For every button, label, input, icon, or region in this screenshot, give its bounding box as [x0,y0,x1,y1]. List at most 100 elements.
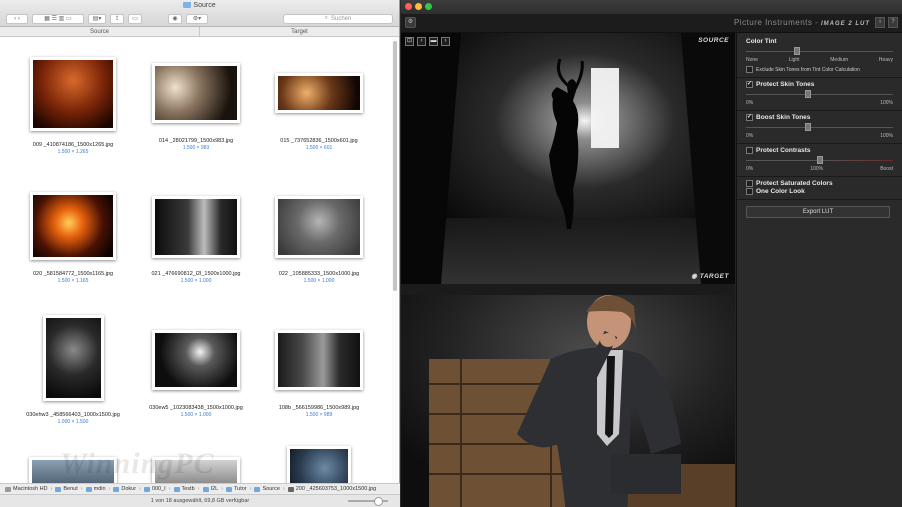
finder-titlebar: Source ‹ › ▦ ☰ ▥ ▭ ▤▾ ⇪ ▭ ◉ ⚙▾ ⌕ Suchen [0,0,399,27]
target-image-panel[interactable]: ⊡ ‹ ▬ › ⧉ [401,284,735,507]
path-item[interactable]: Macintosh HD [5,486,48,492]
folder-icon [113,486,120,492]
file-grid: 009 _410874186_1500x1265.jpg 1.500 × 1.2… [0,37,390,483]
thumbnail [30,57,116,131]
fit-icon[interactable]: ⊡ [405,37,414,46]
arrange-button[interactable]: ▤▾ [88,13,106,24]
folder-icon [183,2,192,8]
slider-knob[interactable] [804,123,811,131]
file-item[interactable]: 108b _566159986_1500x989.jpg 1.500 × 989 [259,330,379,418]
color-tint-section: Color Tint None Light Medium Heavy Exclu… [737,33,902,78]
finder-window: Source ‹ › ▦ ☰ ▥ ▭ ▤▾ ⇪ ▭ ◉ ⚙▾ ⌕ Suchen S… [0,0,400,507]
file-item[interactable]: 014 _28021799_1500x983.jpg 1.500 × 983 [136,63,256,151]
tag-icon[interactable]: ▭ [128,13,142,24]
protect-skin-checkbox[interactable]: ✓ [746,81,753,88]
file-item[interactable]: 030ew5 _1023083438_1500x1000.jpg 1.500 ×… [136,330,256,418]
file-item[interactable]: 020 _581584772_1500x1165.jpg 1.500 × 1.1… [13,192,133,284]
source-image-panel[interactable]: ⊡ ‹ ▬ › SOURCE [401,33,735,284]
protect-saturated-checkbox[interactable] [746,180,753,187]
boost-skin-checkbox[interactable]: ✓ [746,114,753,121]
path-item[interactable]: Testb [173,486,195,492]
exclude-skin-option[interactable]: Exclude Skin Tones from Tint Color Calcu… [746,66,893,73]
source-photo [401,33,735,284]
color-tint-title: Color Tint [746,38,777,45]
thumbnail [287,446,351,483]
watermark-text: WinningPC [60,447,215,480]
window-title: Source [0,2,399,9]
path-bar: Macintosh HD › Benut › mdin › Dokur › 000_I ›… [0,483,400,494]
settings-panel: Color Tint None Light Medium Heavy Exclu… [736,33,902,507]
protect-contrasts-checkbox[interactable] [746,147,753,154]
search-icon: ⌕ [324,15,328,21]
folder-icon [254,486,261,492]
color-tint-scale: None Light Medium Heavy [746,57,893,63]
lut-titlebar [401,0,902,14]
next-icon[interactable]: › [441,37,450,46]
scrollbar[interactable] [392,37,398,483]
tab-target[interactable]: Target [199,27,399,36]
file-item[interactable]: 015 _737652836_1500x601.jpg 1.500 × 601 [259,73,379,151]
info-button[interactable]: i [875,17,885,28]
search-input[interactable]: ⌕ Suchen [283,13,393,24]
path-item[interactable]: Dokur [113,486,136,492]
file-item[interactable]: 009 _410874186_1500x1265.jpg 1.500 × 1.2… [13,57,133,155]
file-item[interactable]: 030ehw3 _458566403_1000x1500.jpg 1.000 ×… [13,315,133,425]
minimize-button[interactable] [415,3,422,10]
view-mode-buttons[interactable]: ▦ ☰ ▥ ▭ [32,13,84,24]
one-color-look-checkbox[interactable] [746,188,753,195]
eye-icon[interactable]: ◉ [168,13,182,24]
folder-icon [143,486,150,492]
folder-icon [226,486,232,492]
settings-gear-icon[interactable]: ⚙ [405,17,416,28]
zoom-button[interactable] [425,3,432,10]
thumbnail [152,196,240,258]
help-button[interactable]: ? [888,17,898,28]
path-item[interactable]: Tutor [226,486,247,492]
export-lut-button[interactable]: Export LUT [746,206,890,218]
folder-icon [55,486,62,492]
path-item[interactable]: I2L [202,486,218,492]
finder-toolbar: ‹ › ▦ ☰ ▥ ▭ ▤▾ ⇪ ▭ ◉ ⚙▾ ⌕ Suchen [6,13,393,24]
folder-icon[interactable]: ▬ [429,37,438,46]
lut-window: ⚙ Picture Instruments - IMAGE 2 LUT i ? … [401,0,902,507]
path-item[interactable]: Benut [55,486,78,492]
boost-skin-slider[interactable] [746,122,893,132]
share-icon[interactable]: ⇪ [110,13,124,24]
back-forward-buttons[interactable]: ‹ › [6,13,28,24]
thumbnail [30,192,116,260]
color-tint-slider[interactable] [746,46,893,56]
pane-tabs: Source Target [0,27,399,37]
thumbnail [152,63,240,123]
file-icon [287,486,294,492]
path-item[interactable]: mdin [85,486,106,492]
close-button[interactable] [405,3,412,10]
path-item[interactable]: Source [254,486,280,492]
source-toolbar: ⊡ ‹ ▬ › [405,37,450,46]
path-item[interactable]: 200 _425603753_1000x1500.jpg [287,486,376,492]
action-gear-icon[interactable]: ⚙▾ [186,13,208,24]
boost-skin-section: ✓ Boost Skin Tones 0% 100% [737,111,902,144]
source-label: SOURCE [698,37,729,44]
tab-source[interactable]: Source [0,27,199,36]
slider-knob[interactable] [794,47,801,55]
target-label: ◉ TARGET [691,273,729,280]
thumbnail [275,196,363,258]
eye-icon[interactable]: ◉ [691,273,699,280]
exclude-skin-checkbox[interactable] [746,66,753,73]
thumbnail [275,73,363,113]
misc-options-section: Protect Saturated Colors One Color Look [737,177,902,200]
file-item-selected[interactable] [259,436,379,483]
protect-contrasts-slider[interactable] [746,155,893,165]
folder-icon [202,486,209,492]
protect-skin-slider[interactable] [746,89,893,99]
thumbnail [275,330,363,390]
slider-knob[interactable] [804,90,811,98]
slider-knob[interactable] [816,156,823,164]
file-item[interactable]: 022 _105885333_1500x1000.jpg 1.500 × 1.0… [259,196,379,284]
home-icon [85,486,92,492]
thumbnail [152,330,240,390]
previous-icon[interactable]: ‹ [417,37,426,46]
icon-size-slider[interactable] [348,497,388,506]
file-item[interactable]: 021 _476690812_l2l_1500x1000.jpg 1.500 ×… [136,196,256,284]
path-item[interactable]: 000_I [143,486,166,492]
